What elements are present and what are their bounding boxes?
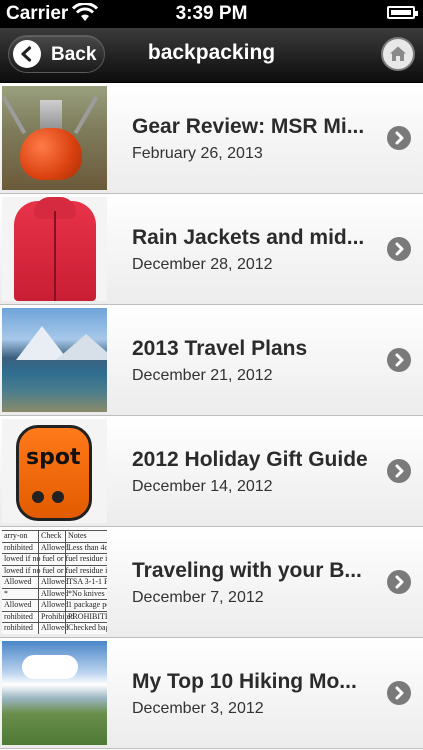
chevron-right-icon[interactable]	[387, 348, 411, 372]
list-item[interactable]: Rain Jackets and mid... December 28, 201…	[0, 194, 423, 305]
list-item[interactable]: Gear Review: MSR Mi... February 26, 2013	[0, 83, 423, 194]
list-item[interactable]: 2013 Travel Plans December 21, 2012	[0, 305, 423, 416]
status-bar: Carrier 3:39 PM	[0, 0, 423, 28]
chevron-right-icon[interactable]	[387, 570, 411, 594]
post-title: 2013 Travel Plans	[132, 337, 308, 360]
tsa-table-cell: Less than 4o	[68, 542, 107, 552]
post-thumbnail-spot-device: spot	[2, 419, 107, 523]
tsa-table-cell: Allowed	[4, 577, 32, 586]
post-thumbnail-jacket	[2, 197, 107, 301]
tsa-table-cell: rohibited	[4, 542, 33, 552]
tsa-table-cell: rohibited	[4, 623, 33, 632]
home-icon	[390, 46, 406, 61]
post-list: Gear Review: MSR Mi... February 26, 2013…	[0, 83, 423, 749]
battery-icon	[387, 6, 418, 19]
tsa-table-cell: arry-on	[4, 531, 28, 540]
tsa-table-cell: PROHIBITE	[68, 611, 107, 621]
list-item[interactable]: arry-on Check Notes rohibited Allowed Less th…	[0, 527, 423, 638]
post-date: December 7, 2012	[132, 589, 264, 606]
post-date: February 26, 2013	[132, 145, 263, 162]
post-thumbnail-tsa-table: arry-on Check Notes rohibited Allowed Less th…	[2, 530, 107, 634]
post-title: 2012 Holiday Gift Guide	[132, 448, 368, 471]
post-title: Gear Review: MSR Mi...	[132, 115, 365, 138]
post-title: Rain Jackets and mid...	[132, 226, 365, 249]
tsa-table-cell: TSA 3-1-1 R	[68, 577, 107, 586]
tsa-table-cell: *No knives c	[68, 588, 107, 598]
tsa-table-cell: Check	[41, 531, 62, 540]
tsa-table-cell: 1 package pe	[68, 600, 107, 609]
tsa-table-cell: *	[4, 588, 8, 598]
tsa-table-cell: Notes	[68, 531, 87, 540]
tsa-table-cell: Checked bag	[68, 623, 107, 632]
chevron-right-icon[interactable]	[387, 681, 411, 705]
post-thumbnail-mountain-lake	[2, 308, 107, 412]
post-title: Traveling with your B...	[132, 559, 362, 582]
page-title: backpacking	[147, 41, 276, 64]
tsa-table-cell: lowed if no fuel or fuel residue is pr	[4, 565, 107, 575]
post-date: December 14, 2012	[132, 478, 273, 495]
tsa-table-cell: lowed if no fuel or fuel residue is pr	[4, 554, 107, 563]
tsa-table-cell: rohibited	[4, 611, 33, 621]
post-title: My Top 10 Hiking Mo...	[132, 670, 357, 693]
tsa-table-cell: Allowed	[4, 600, 32, 609]
tsa-table-column-rule	[65, 530, 66, 634]
clock: 3:39 PM	[175, 3, 248, 24]
post-date: December 28, 2012	[132, 256, 273, 273]
home-button[interactable]	[381, 37, 415, 71]
post-thumbnail-green-hills	[2, 641, 107, 745]
navigation-bar: Back backpacking	[0, 28, 423, 83]
list-item[interactable]: spot 2012 Holiday Gift Guide December 14…	[0, 416, 423, 527]
post-date: December 21, 2012	[132, 367, 273, 384]
post-thumbnail-stove	[2, 86, 107, 190]
tsa-table-column-rule	[38, 530, 39, 634]
chevron-right-icon[interactable]	[387, 459, 411, 483]
post-date: December 3, 2012	[132, 700, 264, 717]
chevron-right-icon[interactable]	[387, 237, 411, 261]
chevron-right-icon[interactable]	[387, 126, 411, 150]
list-item[interactable]: My Top 10 Hiking Mo... December 3, 2012	[0, 638, 423, 749]
